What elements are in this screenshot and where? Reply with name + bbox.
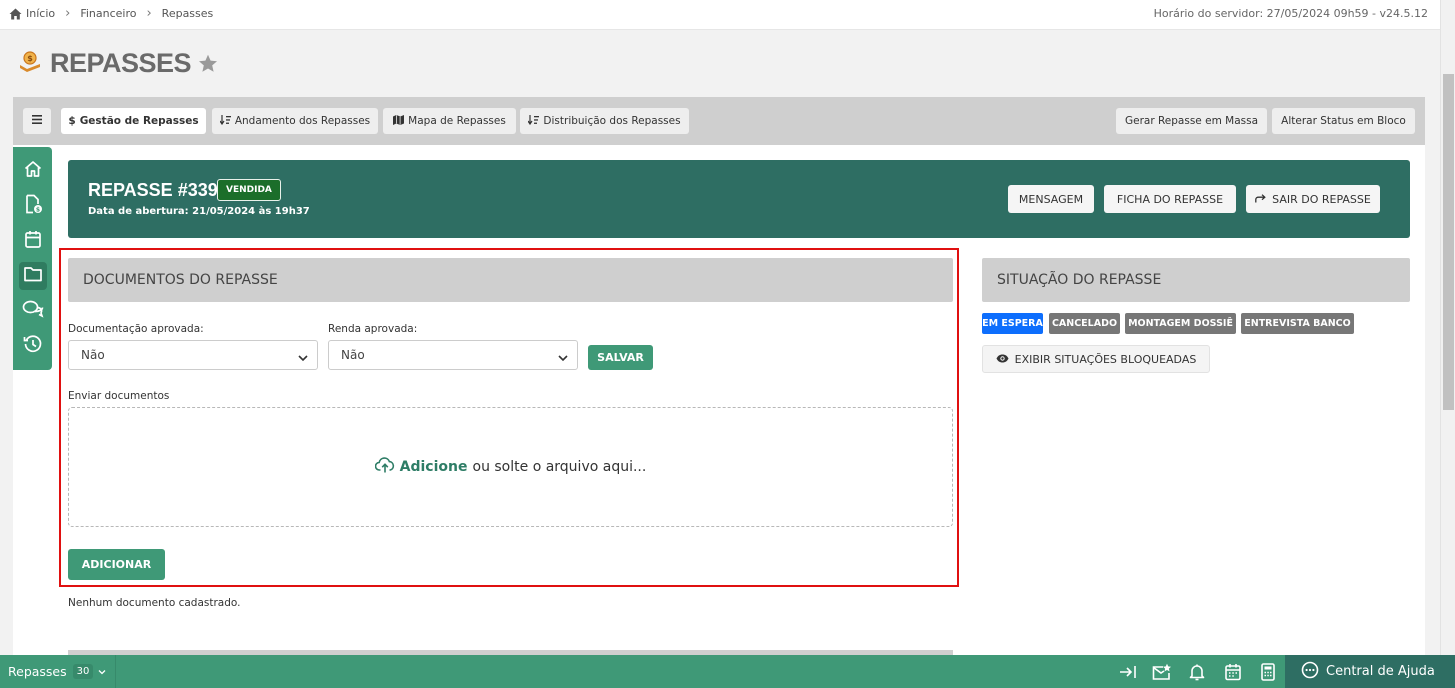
repasse-title: REPASSE #339 bbox=[88, 180, 218, 200]
chevron-down-icon bbox=[298, 351, 308, 365]
hamburger-icon bbox=[32, 115, 42, 127]
bell-icon[interactable] bbox=[1185, 660, 1209, 684]
sort-amount-icon bbox=[219, 114, 231, 128]
tab-distribuicao-repasses[interactable]: Distribuição dos Repasses bbox=[520, 108, 689, 134]
tab-mapa-repasses[interactable]: Mapa de Repasses bbox=[383, 108, 516, 134]
show-blocked-button[interactable]: EXIBIR SITUAÇÕES BLOQUEADAS bbox=[982, 345, 1210, 373]
situation-tag-em-espera[interactable]: EM ESPERA bbox=[982, 313, 1043, 334]
svg-text:$: $ bbox=[27, 54, 33, 63]
situation-tag-entrevista-banco[interactable]: ENTREVISTA BANCO bbox=[1241, 313, 1354, 334]
file-dollar-icon: $ bbox=[23, 194, 43, 218]
tab-label: Gestão de Repasses bbox=[79, 115, 199, 127]
exit-label: SAIR DO REPASSE bbox=[1272, 192, 1371, 206]
select-value: Não bbox=[81, 348, 105, 362]
file-dropzone[interactable]: Adicione ou solte o arquivo aqui... bbox=[68, 407, 953, 527]
repasse-header: REPASSE #339 VENDIDA Data de abertura: 2… bbox=[68, 160, 1410, 238]
bulk-status-button[interactable]: Alterar Status em Bloco bbox=[1272, 108, 1415, 134]
module-count: 30 bbox=[72, 664, 94, 679]
tab-label: Mapa de Repasses bbox=[408, 115, 506, 127]
message-button[interactable]: MENSAGEM bbox=[1008, 185, 1094, 213]
breadcrumb-home[interactable]: Início bbox=[26, 7, 55, 20]
tabs-bar: $ Gestão de Repasses Andamento dos Repas… bbox=[13, 97, 1425, 145]
income-approved-select[interactable]: Não bbox=[328, 340, 578, 370]
sort-amount-icon bbox=[527, 114, 540, 128]
page-title: REPASSES bbox=[50, 48, 192, 78]
status-badge: VENDIDA bbox=[217, 179, 281, 201]
breadcrumb-financeiro[interactable]: Financeiro bbox=[80, 7, 136, 20]
collapse-panel-icon[interactable] bbox=[1116, 660, 1140, 684]
empty-documents-text: Nenhum documento cadastrado. bbox=[68, 597, 241, 609]
situation-tag-montagem-dossie[interactable]: MONTAGEM DOSSIÊ bbox=[1125, 313, 1236, 334]
side-rail: $ bbox=[13, 147, 52, 370]
rail-folder-button[interactable] bbox=[19, 262, 47, 290]
tab-gestao-repasses[interactable]: $ Gestão de Repasses bbox=[61, 108, 206, 134]
scrollbar-thumb[interactable] bbox=[1443, 74, 1454, 410]
mass-repasse-button[interactable]: Gerar Repasse em Massa bbox=[1116, 108, 1267, 134]
tab-label: Distribuição dos Repasses bbox=[543, 115, 681, 127]
upload-label: Enviar documentos bbox=[68, 390, 170, 402]
calendar-icon[interactable] bbox=[1221, 660, 1245, 684]
chevron-right-icon: › bbox=[65, 5, 71, 21]
documents-header: DOCUMENTOS DO REPASSE bbox=[68, 258, 953, 302]
breadcrumb: Início › Financeiro › Repasses bbox=[9, 7, 213, 20]
add-document-button[interactable]: ADICIONAR bbox=[68, 549, 165, 580]
menu-toggle-button[interactable] bbox=[23, 108, 51, 134]
breadcrumb-repasses: Repasses bbox=[161, 7, 214, 20]
doc-approved-label: Documentação aprovada: bbox=[68, 323, 204, 335]
rail-history-button[interactable] bbox=[19, 332, 47, 360]
dollar-icon: $ bbox=[68, 115, 76, 127]
comments-icon bbox=[22, 299, 44, 323]
repasses-logo-icon: $ bbox=[18, 50, 42, 78]
tab-andamento-repasses[interactable]: Andamento dos Repasses bbox=[212, 108, 378, 134]
help-center-button[interactable]: Central de Ajuda bbox=[1285, 655, 1455, 688]
rail-calendar-button[interactable] bbox=[19, 227, 47, 255]
chevron-right-icon: › bbox=[146, 5, 152, 21]
situation-header: SITUAÇÃO DO REPASSE bbox=[982, 258, 1410, 302]
history-icon bbox=[23, 334, 43, 358]
chevron-down-icon bbox=[558, 351, 568, 365]
situation-tag-cancelado[interactable]: CANCELADO bbox=[1049, 313, 1120, 334]
rail-chat-button[interactable] bbox=[19, 297, 47, 325]
map-icon bbox=[393, 114, 405, 128]
chevron-down-icon bbox=[98, 669, 106, 675]
rail-home-button[interactable] bbox=[19, 157, 47, 185]
star-icon[interactable] bbox=[198, 54, 218, 73]
save-button[interactable]: SALVAR bbox=[588, 345, 653, 370]
calculator-icon[interactable] bbox=[1256, 660, 1280, 684]
calendar-icon bbox=[23, 229, 43, 253]
mail-star-icon[interactable] bbox=[1150, 660, 1174, 684]
server-time: Horário do servidor: 27/05/2024 09h59 - … bbox=[1153, 7, 1428, 20]
income-approved-label: Renda aprovada: bbox=[328, 323, 418, 335]
tab-label: Andamento dos Repasses bbox=[234, 115, 371, 127]
dropzone-text: ou solte o arquivo aqui... bbox=[472, 459, 647, 475]
exit-repasse-button[interactable]: SAIR DO REPASSE bbox=[1246, 185, 1380, 213]
repasse-sheet-button[interactable]: FICHA DO REPASSE bbox=[1104, 185, 1236, 213]
page-scrollbar[interactable] bbox=[1440, 0, 1455, 655]
add-file-link[interactable]: Adicione bbox=[400, 459, 468, 475]
module-name: Repasses bbox=[8, 664, 67, 679]
doc-approved-select[interactable]: Não bbox=[68, 340, 318, 370]
chat-help-icon bbox=[1301, 661, 1319, 683]
page-header: $ REPASSES bbox=[18, 48, 218, 79]
top-bar: Início › Financeiro › Repasses Horário d… bbox=[0, 0, 1440, 30]
help-center-label: Central de Ajuda bbox=[1326, 664, 1435, 679]
share-arrow-icon bbox=[1255, 193, 1266, 206]
home-icon bbox=[23, 159, 43, 183]
repasse-open-date: Data de abertura: 21/05/2024 às 19h37 bbox=[88, 206, 310, 217]
home-icon[interactable] bbox=[9, 8, 22, 20]
module-switcher[interactable]: Repasses 30 bbox=[0, 655, 116, 688]
rail-document-button[interactable]: $ bbox=[19, 192, 47, 220]
svg-text:$: $ bbox=[36, 207, 40, 214]
bottom-bar: Repasses 30 Central de Ajuda bbox=[0, 655, 1455, 688]
show-blocked-label: EXIBIR SITUAÇÕES BLOQUEADAS bbox=[1014, 352, 1197, 366]
folder-icon bbox=[23, 264, 43, 288]
eye-icon bbox=[996, 353, 1009, 366]
select-value: Não bbox=[341, 348, 365, 362]
cloud-upload-icon bbox=[374, 457, 395, 477]
